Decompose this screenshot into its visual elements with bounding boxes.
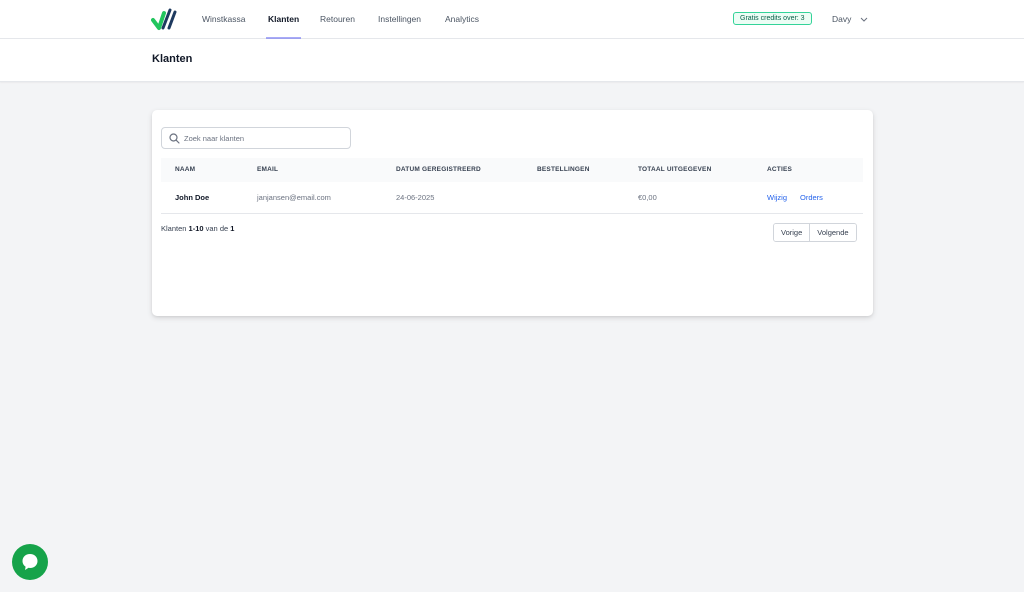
cell-registered-date: 24-06-2025: [396, 193, 435, 202]
pagination-middle: van de: [205, 224, 229, 233]
nav-item-analytics[interactable]: Analytics: [445, 0, 479, 39]
pagination-prefix: Klanten: [161, 224, 187, 233]
search-input[interactable]: [184, 128, 344, 148]
next-page-button[interactable]: Volgende: [809, 224, 856, 241]
top-navigation-bar: Winstkassa Klanten Retouren Instellingen…: [0, 0, 1024, 39]
column-header-datum-geregistreerd[interactable]: DATUM GEREGISTREERD: [396, 158, 481, 182]
chevron-down-icon: [860, 17, 868, 22]
previous-page-button[interactable]: Vorige: [774, 224, 810, 241]
cell-total-spent: €0,00: [638, 193, 657, 202]
table-row: John Doe janjansen@email.com 24-06-2025 …: [161, 182, 863, 214]
pagination-total: 1: [230, 224, 235, 233]
edit-link[interactable]: Wijzig: [767, 182, 787, 214]
search-box[interactable]: [161, 127, 351, 149]
nav-item-instellingen[interactable]: Instellingen: [378, 0, 421, 39]
cell-name: John Doe: [175, 193, 210, 202]
column-header-totaal-uitgegeven[interactable]: TOTAAL UITGEGEVEN: [638, 158, 711, 182]
pagination-info: Klanten 1-10 van de 1: [161, 224, 234, 233]
chat-bubble-icon: [22, 554, 38, 570]
nav-item-retouren[interactable]: Retouren: [320, 0, 355, 39]
nav-item-winstkassa[interactable]: Winstkassa: [202, 0, 245, 39]
column-header-email[interactable]: EMAIL: [257, 158, 278, 182]
cell-email: janjansen@email.com: [257, 193, 331, 202]
page-title: Klanten: [152, 53, 193, 65]
user-name: Davy: [832, 14, 852, 24]
customers-card: NAAM EMAIL DATUM GEREGISTREERD BESTELLIN…: [152, 110, 873, 316]
table-header: NAAM EMAIL DATUM GEREGISTREERD BESTELLIN…: [161, 158, 863, 182]
orders-link[interactable]: Orders: [800, 182, 823, 214]
column-header-naam[interactable]: NAAM: [175, 158, 195, 182]
credits-badge: Gratis credits over: 3: [733, 12, 812, 25]
user-menu[interactable]: Davy: [832, 0, 868, 39]
page-header: Klanten: [0, 39, 1024, 82]
pagination-range: 1-10: [188, 224, 204, 233]
checkmark-logo-icon[interactable]: [151, 7, 177, 31]
column-header-acties: ACTIES: [767, 166, 793, 173]
search-icon: [169, 133, 180, 144]
column-header-bestellingen[interactable]: BESTELLINGEN: [537, 158, 590, 182]
pagination-controls: Vorige Volgende: [773, 223, 857, 242]
chat-widget-button[interactable]: [12, 544, 48, 580]
nav-item-klanten[interactable]: Klanten: [265, 0, 302, 39]
